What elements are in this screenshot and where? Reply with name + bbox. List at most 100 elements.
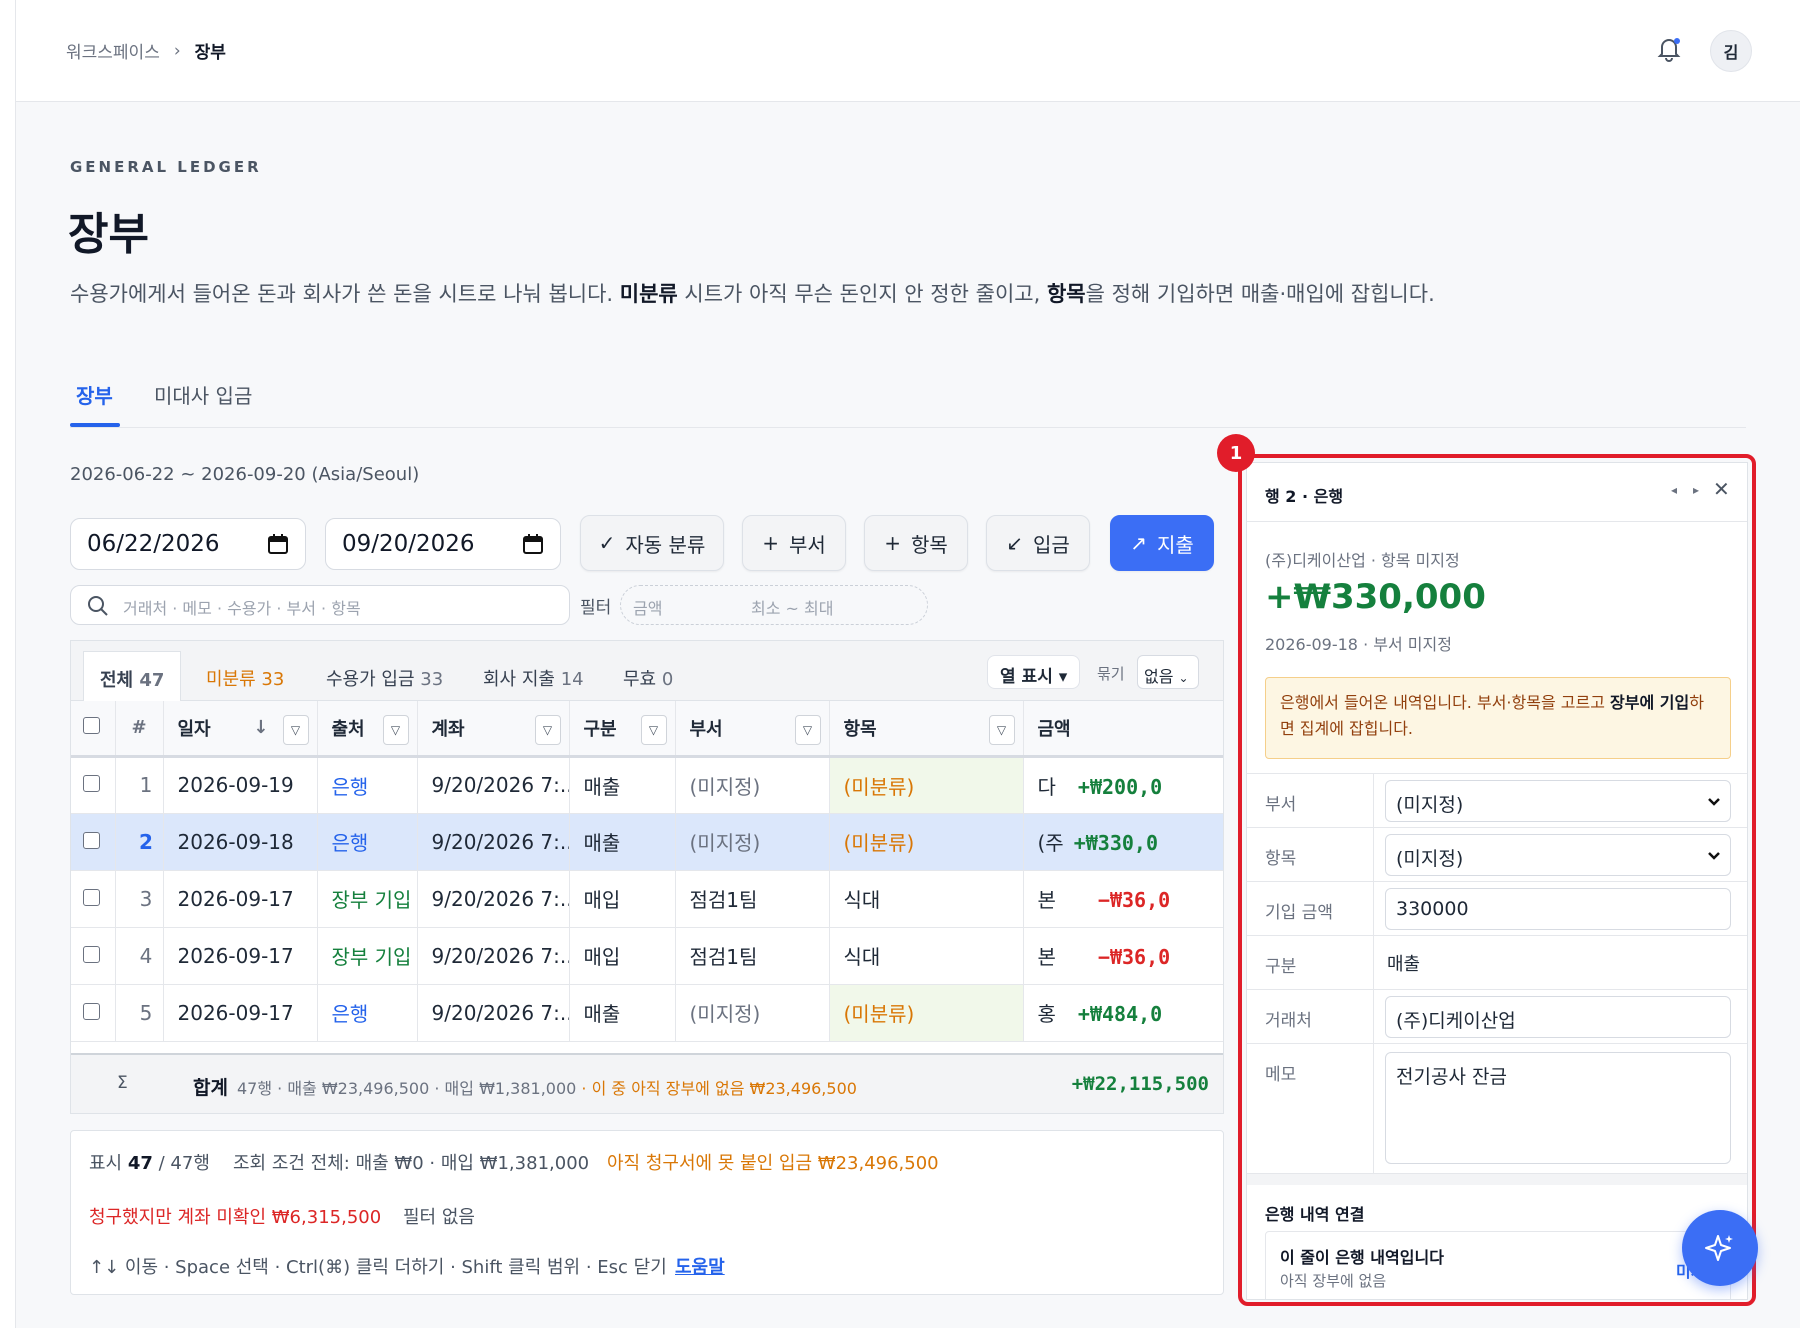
row-account: 9/20/2026 7:... (417, 984, 570, 1042)
select-all-checkbox[interactable] (83, 716, 100, 734)
highlight-box (1238, 454, 1756, 1306)
select-all-header[interactable] (71, 701, 116, 758)
col-header-source[interactable]: 출처 ▽ (317, 701, 418, 758)
breadcrumb-separator-icon: › (173, 40, 181, 61)
add-dept-button[interactable]: + 부서 (742, 515, 846, 571)
col-header-type[interactable]: 구분 ▽ (569, 701, 676, 758)
notification-bell-icon[interactable] (1652, 32, 1686, 66)
row-item[interactable]: (미분류) (829, 813, 1024, 871)
filter-icon[interactable]: ▽ (988, 715, 1015, 745)
row-item[interactable]: 식대 (829, 927, 1024, 985)
row-amount-cell: 다 +₩200,0 (1023, 756, 1223, 814)
date-range-text: 2026-06-22 ~ 2026-09-20 (Asia/Seoul) (70, 464, 420, 485)
date-from-input[interactable]: 06/22/2026 (70, 518, 306, 570)
ledger-table: 전체 47 미분류 33 수용가 입금 33 회사 지출 14 무효 0 열 표… (70, 640, 1224, 1114)
calendar-icon[interactable] (267, 533, 289, 555)
row-counterparty: 본 (1037, 945, 1056, 969)
row-number: 3 (115, 870, 164, 928)
sort-desc-icon[interactable]: ↓ (253, 717, 268, 738)
row-type: 매출 (569, 756, 676, 814)
table-row[interactable]: 4 2026-09-17 장부 기입 9/20/2026 7:... 매입 점검… (71, 927, 1223, 985)
table-row[interactable]: 5 2026-09-17 은행 9/20/2026 7:... 매출 (미지정)… (71, 984, 1223, 1042)
tab-unmatched-deposits[interactable]: 미대사 입금 (154, 380, 252, 409)
ai-assistant-button[interactable] (1682, 1210, 1758, 1286)
sheet-tab-company-expenses[interactable]: 회사 지출 14 (483, 665, 584, 691)
filter-icon[interactable]: ▽ (282, 715, 309, 745)
column-display-button[interactable]: 열 표시 ▾ (987, 655, 1081, 689)
row-type: 매출 (569, 984, 676, 1042)
page-eyebrow: GENERAL LEDGER (70, 158, 262, 176)
table-row[interactable]: 3 2026-09-17 장부 기입 9/20/2026 7:... 매입 점검… (71, 870, 1223, 928)
expense-button[interactable]: ↗ 지출 (1110, 515, 1214, 571)
sheet-tab-unclassified[interactable]: 미분류 33 (206, 665, 284, 691)
filter-status: 필터 없음 (403, 1207, 475, 1228)
tab-ledger[interactable]: 장부 (76, 380, 113, 409)
row-counterparty: 본 (1037, 888, 1056, 912)
deposit-button[interactable]: ↙ 입금 (986, 515, 1090, 571)
top-bar: 워크스페이스 › 장부 김 (16, 0, 1800, 102)
page-tabs: 장부 미대사 입금 (70, 364, 1746, 428)
summary-label: 합계 (193, 1077, 228, 1099)
row-item[interactable]: (미분류) (829, 984, 1024, 1042)
col-header-dept[interactable]: 부서 ▽ (675, 701, 830, 758)
col-header-item[interactable]: 항목 ▽ (829, 701, 1024, 758)
auto-classify-button[interactable]: ✓ 자동 분류 (580, 515, 724, 571)
row-amount: −₩36,0 (1097, 945, 1171, 969)
plus-icon: + (884, 531, 901, 555)
filter-icon[interactable]: ▽ (640, 715, 667, 745)
row-number: 5 (115, 984, 164, 1042)
filter-icon[interactable]: ▽ (794, 715, 821, 745)
page-description: 수용가에게서 들어온 돈과 회사가 쓴 돈을 시트로 나눠 봅니다. 미분류 시… (70, 282, 1435, 306)
row-item[interactable]: (미분류) (829, 756, 1024, 814)
unbilled-deposits: 아직 청구서에 못 붙인 입금 ₩23,496,500 (607, 1153, 939, 1174)
filter-icon[interactable]: ▽ (534, 715, 561, 745)
row-date: 2026-09-19 (163, 756, 318, 814)
col-header-account[interactable]: 계좌 ▽ (417, 701, 570, 758)
row-source-link[interactable]: 은행 (317, 813, 418, 871)
sheet-tab-void[interactable]: 무효 0 (623, 665, 673, 691)
status-footer: 표시 47 / 47행 조회 조건 전체: 매출 ₩0 · 매입 ₩1,381,… (70, 1130, 1224, 1295)
amount-filter[interactable]: 금액 최소 ~ 최대 (620, 585, 928, 625)
group-by-label: 묶기 (1097, 665, 1125, 683)
row-item[interactable]: 식대 (829, 870, 1024, 928)
table-row-selected[interactable]: 2 2026-09-18 은행 9/20/2026 7:... 매출 (미지정)… (71, 813, 1223, 871)
row-checkbox[interactable] (83, 888, 100, 906)
row-checkbox[interactable] (83, 775, 100, 792)
search-input[interactable]: 거래처 · 메모 · 수용가 · 부서 · 항목 (70, 585, 570, 625)
row-checkbox[interactable] (83, 945, 100, 963)
row-source-link[interactable]: 은행 (317, 984, 418, 1042)
summary-total: +₩22,115,500 (1071, 1073, 1209, 1095)
plus-icon: + (762, 531, 779, 555)
sheet-tabs: 전체 47 미분류 33 수용가 입금 33 회사 지출 14 무효 0 열 표… (71, 641, 1223, 702)
col-header-amount[interactable]: 금액 (1023, 701, 1223, 758)
row-dept: (미지정) (675, 984, 830, 1042)
help-link[interactable]: 도움말 (675, 1253, 725, 1279)
row-type: 매출 (569, 813, 676, 871)
query-condition: 조회 조건 전체: 매출 ₩0 · 매입 ₩1,381,000 (233, 1153, 590, 1174)
table-row[interactable]: 1 2026-09-19 은행 9/20/2026 7:... 매출 (미지정)… (71, 756, 1223, 814)
filter-icon[interactable]: ▽ (382, 715, 409, 745)
row-source-link[interactable]: 장부 기입 (317, 870, 418, 928)
row-source-link[interactable]: 은행 (317, 756, 418, 814)
row-checkbox[interactable] (83, 1002, 100, 1020)
breadcrumb-current: 장부 (194, 43, 226, 63)
row-counterparty: 다 (1037, 774, 1056, 799)
row-dept: (미지정) (675, 756, 830, 814)
sheet-tab-all[interactable]: 전체 47 (83, 651, 182, 702)
date-to-input[interactable]: 09/20/2026 (325, 518, 561, 570)
sheet-tab-customer-deposits[interactable]: 수용가 입금 33 (326, 665, 443, 691)
avatar[interactable]: 김 (1710, 30, 1752, 72)
add-item-button[interactable]: + 항목 (864, 515, 968, 571)
row-type: 매입 (569, 870, 676, 928)
calendar-icon[interactable] (522, 533, 544, 555)
breadcrumb-workspace[interactable]: 워크스페이스 (66, 38, 160, 63)
row-dept: (미지정) (675, 813, 830, 871)
group-by-select[interactable]: 없음 ⌄ (1137, 655, 1199, 689)
row-amount: +₩200,0 (1077, 774, 1163, 799)
col-header-date[interactable]: 일자 ↓ ▽ (163, 701, 318, 758)
row-dept: 점검1팀 (675, 927, 830, 985)
row-source-link[interactable]: 장부 기입 (317, 927, 418, 985)
row-checkbox[interactable] (83, 831, 100, 849)
unpaid-invoices: 청구했지만 계좌 미확인 ₩6,315,500 (89, 1207, 382, 1228)
check-icon: ✓ (598, 531, 616, 555)
